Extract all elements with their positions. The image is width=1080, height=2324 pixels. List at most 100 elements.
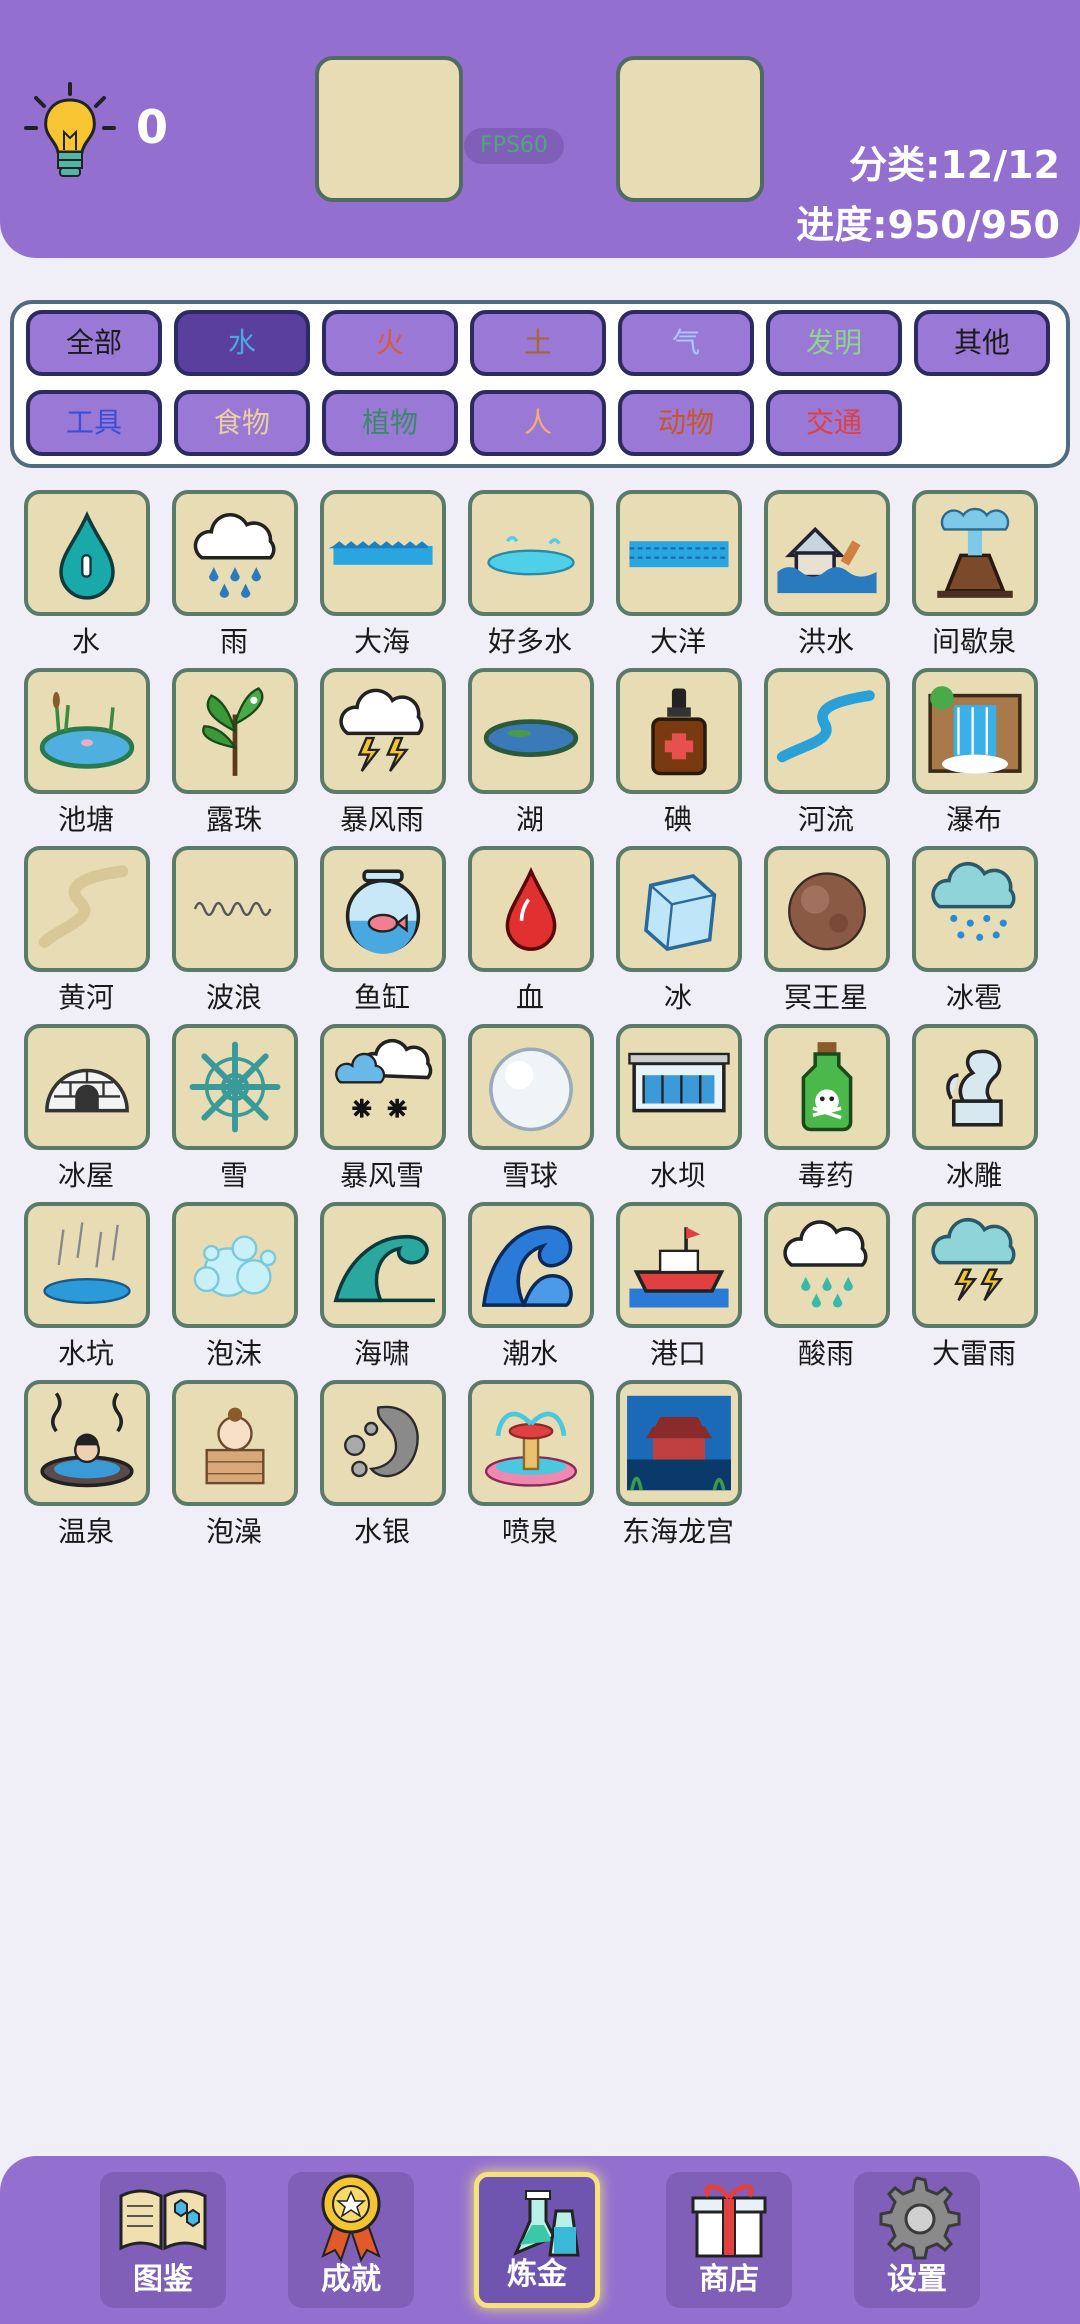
element-tile[interactable]	[24, 1380, 150, 1506]
element-tile[interactable]	[24, 1202, 150, 1328]
filter-chip[interactable]: 气	[618, 310, 754, 376]
filter-chip[interactable]: 食物	[174, 390, 310, 456]
element-card[interactable]: 好多水	[456, 486, 604, 658]
element-tile[interactable]	[172, 490, 298, 616]
element-card[interactable]: 湖	[456, 664, 604, 836]
filter-chip[interactable]: 动物	[618, 390, 754, 456]
element-tile[interactable]	[764, 490, 890, 616]
element-tile[interactable]	[912, 846, 1038, 972]
element-tile[interactable]	[912, 1024, 1038, 1150]
element-tile[interactable]	[24, 846, 150, 972]
filter-chip[interactable]: 人	[470, 390, 606, 456]
filter-chip[interactable]: 火	[322, 310, 458, 376]
element-tile[interactable]	[912, 668, 1038, 794]
element-tile[interactable]	[764, 1024, 890, 1150]
filter-chip[interactable]: 交通	[766, 390, 902, 456]
element-card[interactable]: 黄河	[12, 842, 160, 1014]
nav-button[interactable]: 商店	[666, 2172, 792, 2308]
element-card[interactable]: 大雷雨	[900, 1198, 1048, 1370]
element-card[interactable]: 水	[12, 486, 160, 658]
element-card[interactable]: 冰雹	[900, 842, 1048, 1014]
element-card[interactable]: 露珠	[160, 664, 308, 836]
element-card[interactable]: 冰屋	[12, 1020, 160, 1192]
element-tile[interactable]	[616, 1024, 742, 1150]
element-card[interactable]: 间歇泉	[900, 486, 1048, 658]
filter-chip[interactable]: 全部	[26, 310, 162, 376]
element-tile[interactable]	[320, 668, 446, 794]
element-card[interactable]: 大海	[308, 486, 456, 658]
element-tile[interactable]	[764, 1202, 890, 1328]
element-tile[interactable]	[172, 1380, 298, 1506]
element-tile[interactable]	[468, 1202, 594, 1328]
element-card[interactable]: 水银	[308, 1376, 456, 1548]
element-tile[interactable]	[468, 846, 594, 972]
filter-chip[interactable]: 土	[470, 310, 606, 376]
element-card[interactable]: 冰	[604, 842, 752, 1014]
element-card[interactable]: 暴风雪	[308, 1020, 456, 1192]
element-card[interactable]: 雪球	[456, 1020, 604, 1192]
element-tile[interactable]	[912, 490, 1038, 616]
element-card[interactable]: 港口	[604, 1198, 752, 1370]
element-card[interactable]: 鱼缸	[308, 842, 456, 1014]
element-card[interactable]: 瀑布	[900, 664, 1048, 836]
element-tile[interactable]	[616, 1380, 742, 1506]
element-card[interactable]: 波浪	[160, 842, 308, 1014]
element-tile[interactable]	[468, 490, 594, 616]
element-tile[interactable]	[172, 1024, 298, 1150]
element-tile[interactable]	[616, 1202, 742, 1328]
element-card[interactable]: 冥王星	[752, 842, 900, 1014]
element-card[interactable]: 温泉	[12, 1376, 160, 1548]
nav-button[interactable]: 成就	[288, 2172, 414, 2308]
filter-chip[interactable]: 发明	[766, 310, 902, 376]
element-tile[interactable]	[616, 846, 742, 972]
element-card[interactable]: 血	[456, 842, 604, 1014]
element-tile[interactable]	[172, 846, 298, 972]
element-card[interactable]: 喷泉	[456, 1376, 604, 1548]
element-card[interactable]: 东海龙宫	[604, 1376, 752, 1548]
element-card[interactable]: 雪	[160, 1020, 308, 1192]
element-tile[interactable]	[468, 668, 594, 794]
element-tile[interactable]	[24, 490, 150, 616]
element-tile[interactable]	[616, 490, 742, 616]
element-card[interactable]: 洪水	[752, 486, 900, 658]
element-card[interactable]: 池塘	[12, 664, 160, 836]
element-tile[interactable]	[764, 846, 890, 972]
element-tile[interactable]	[320, 1380, 446, 1506]
element-tile[interactable]	[172, 1202, 298, 1328]
element-card[interactable]: 河流	[752, 664, 900, 836]
element-tile[interactable]	[24, 1024, 150, 1150]
filter-chip[interactable]: 水	[174, 310, 310, 376]
element-tile[interactable]	[320, 1202, 446, 1328]
nav-button[interactable]: 设置	[854, 2172, 980, 2308]
element-card[interactable]: 雨	[160, 486, 308, 658]
element-card[interactable]: 暴风雨	[308, 664, 456, 836]
nav-button[interactable]: 图鉴	[100, 2172, 226, 2308]
combine-slot-right[interactable]	[616, 56, 764, 202]
combine-slot-left[interactable]	[315, 56, 463, 202]
lightbulb-hint-button[interactable]	[22, 80, 118, 184]
element-tile[interactable]	[764, 668, 890, 794]
element-tile[interactable]	[468, 1024, 594, 1150]
filter-chip[interactable]: 工具	[26, 390, 162, 456]
element-card[interactable]: 水坑	[12, 1198, 160, 1370]
filter-chip[interactable]: 植物	[322, 390, 458, 456]
element-card[interactable]: 大洋	[604, 486, 752, 658]
nav-button[interactable]: 炼金	[474, 2172, 600, 2308]
element-card[interactable]: 碘	[604, 664, 752, 836]
element-tile[interactable]	[616, 668, 742, 794]
element-tile[interactable]	[172, 668, 298, 794]
element-card[interactable]: 海啸	[308, 1198, 456, 1370]
element-tile[interactable]	[912, 1202, 1038, 1328]
element-card[interactable]: 泡沫	[160, 1198, 308, 1370]
element-card[interactable]: 泡澡	[160, 1376, 308, 1548]
element-tile[interactable]	[320, 490, 446, 616]
element-card[interactable]: 酸雨	[752, 1198, 900, 1370]
element-card[interactable]: 冰雕	[900, 1020, 1048, 1192]
element-tile[interactable]	[468, 1380, 594, 1506]
element-card[interactable]: 毒药	[752, 1020, 900, 1192]
element-tile[interactable]	[320, 846, 446, 972]
element-card[interactable]: 水坝	[604, 1020, 752, 1192]
filter-chip[interactable]: 其他	[914, 310, 1050, 376]
element-tile[interactable]	[24, 668, 150, 794]
element-tile[interactable]	[320, 1024, 446, 1150]
